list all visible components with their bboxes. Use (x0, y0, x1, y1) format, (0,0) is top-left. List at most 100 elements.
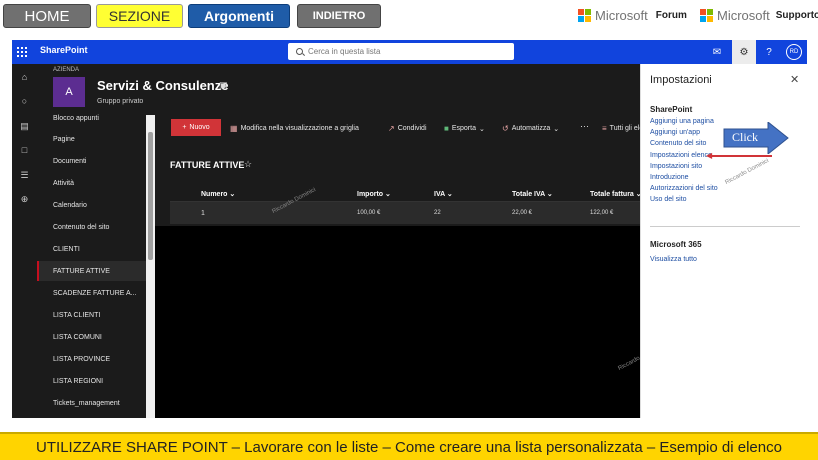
link-aggiungi-pagina[interactable]: Aggiungi una pagina (650, 118, 714, 125)
click-annotation: Click (732, 130, 758, 144)
help-icon[interactable]: ? (758, 40, 780, 64)
share-button[interactable]: ↗ Condividi (388, 124, 427, 133)
column-header-numero[interactable]: Numero ⌄ (201, 190, 235, 198)
forum-label: Forum (655, 10, 687, 21)
cell-totale-fattura: 122,00 € (590, 210, 614, 216)
sharepoint-section-title: SharePoint (650, 105, 693, 114)
m365-section-title: Microsoft 365 (650, 240, 702, 249)
grid-icon: ▦ (230, 124, 238, 133)
app-rail: ⌂ ○ ▤ □ ☰ ⊕ (12, 64, 37, 418)
nav-item-lista-comuni[interactable]: LISTA COMUNI (53, 334, 102, 341)
list-header-row: Numero ⌄ Importo ⌄ IVA ⌄ Totale IVA ⌄ To… (170, 182, 642, 202)
link-introduzione[interactable]: Introduzione (650, 174, 689, 181)
nav-item-calendario[interactable]: Calendario (53, 202, 87, 209)
nav-scrollbar-thumb[interactable] (148, 132, 153, 260)
list-icon[interactable]: ☰ (19, 170, 30, 180)
file-icon[interactable]: □ (19, 145, 30, 155)
teams-icon: ▣ (219, 80, 228, 90)
site-title[interactable]: Servizi & Consulenze (97, 78, 228, 93)
view-icon: ≡ (602, 124, 607, 133)
new-button-label: Nuovo (189, 124, 210, 131)
link-contenuto-sito[interactable]: Contenuto del sito (650, 140, 706, 147)
grid-edit-button[interactable]: ▦ Modifica nella visualizzazione a grigl… (230, 124, 359, 133)
column-header-totale-fattura[interactable]: Totale fattura ⌄ (590, 190, 642, 198)
nav-item-blocco-appunti[interactable]: Blocco appunti (53, 115, 99, 122)
cell-totale-iva: 22,00 € (512, 210, 533, 216)
share-icon: ↗ (388, 124, 395, 133)
suite-header: SharePoint Cerca in questa lista ✉ ⚙ ? R… (12, 40, 807, 64)
app-title[interactable]: SharePoint (40, 45, 88, 55)
search-placeholder: Cerca in questa lista (308, 47, 381, 56)
microsoft-logo-icon (578, 9, 591, 22)
view-label: Tutti gli ele (609, 125, 644, 132)
nav-item-documenti[interactable]: Documenti (53, 158, 86, 165)
link-impostazioni-sito[interactable]: Impostazioni sito (650, 163, 702, 170)
home-button[interactable]: HOME (3, 4, 91, 28)
globe-icon[interactable]: ○ (19, 96, 30, 106)
cell-iva: 22 (434, 210, 441, 216)
link-impostazioni-elenco[interactable]: Impostazioni elenco (650, 152, 712, 159)
automate-label: Automatizza (511, 125, 551, 132)
search-box[interactable]: Cerca in questa lista (288, 43, 514, 60)
automate-button[interactable]: ↺ Automatizza ⌄ (502, 124, 559, 133)
indietro-button[interactable]: INDIETRO (297, 4, 381, 28)
nav-item-lista-regioni[interactable]: LISTA REGIONI (53, 378, 103, 385)
left-navigation: Blocco appunti Pagine Documenti Attività… (37, 115, 155, 418)
app-launcher-icon[interactable] (17, 47, 27, 57)
excel-icon: ■ (444, 124, 449, 133)
column-header-iva[interactable]: IVA ⌄ (434, 190, 453, 198)
settings-panel: Impostazioni ✕ SharePoint Aggiungi una p… (640, 64, 807, 418)
avatar[interactable]: RD (786, 44, 802, 60)
nav-item-scadenze-fatture[interactable]: SCADENZE FATTURE A... (53, 290, 137, 297)
nav-item-contenuto-sito[interactable]: Contenuto del sito (53, 224, 109, 231)
nav-item-fatture-attive[interactable]: FATTURE ATTIVE (53, 268, 110, 275)
home-icon[interactable]: ⌂ (19, 72, 30, 82)
add-icon[interactable]: ⊕ (19, 194, 30, 204)
column-header-importo[interactable]: Importo ⌄ (357, 190, 391, 198)
link-aggiungi-app[interactable]: Aggiungi un'app (650, 129, 700, 136)
more-button[interactable]: ··· (580, 121, 589, 131)
argomenti-button[interactable]: Argomenti (188, 4, 290, 28)
site-subtitle: Gruppo privato (97, 98, 144, 105)
top-navigation: HOME SEZIONE Argomenti INDIETRO Microsof… (0, 0, 818, 34)
list-title: FATTURE ATTIVE (170, 160, 245, 170)
search-icon (296, 48, 303, 55)
cell-importo: 100,00 € (357, 210, 381, 216)
microsoft-support-link[interactable]: Microsoft Supporto (700, 8, 818, 23)
news-icon[interactable]: ▤ (19, 121, 30, 131)
site-logo[interactable]: A (53, 77, 85, 107)
link-autorizzazioni-sito[interactable]: Autorizzazioni del sito (650, 185, 718, 192)
export-label: Esporta (451, 125, 476, 132)
watermark: Riccardo Dominici (724, 157, 770, 187)
nav-item-attivita[interactable]: Attività (53, 180, 74, 187)
grid-edit-label: Modifica nella visualizzazione a griglia (240, 125, 359, 132)
sezione-button[interactable]: SEZIONE (96, 4, 183, 28)
export-button[interactable]: ■ Esporta ⌄ (444, 124, 485, 133)
nav-item-pagine[interactable]: Pagine (53, 136, 75, 143)
nav-item-lista-province[interactable]: LISTA PROVINCE (53, 356, 110, 363)
nav-item-clienti[interactable]: CLIENTI (53, 246, 80, 253)
link-visualizza-tutto[interactable]: Visualizza tutto (650, 256, 697, 263)
empty-list-area (155, 226, 640, 418)
close-icon[interactable]: ✕ (790, 73, 799, 86)
column-header-totale-iva[interactable]: Totale IVA ⌄ (512, 190, 553, 198)
panel-divider (650, 226, 800, 227)
chevron-down-icon: ⌄ (553, 125, 560, 133)
nav-item-tickets[interactable]: Tickets_management (53, 400, 120, 407)
arrow-left-icon: ◀ (706, 151, 713, 160)
table-row[interactable]: 1 100,00 € 22 22,00 € 122,00 € (170, 202, 640, 224)
microsoft-logo-icon (700, 9, 713, 22)
new-button[interactable]: + Nuovo (171, 119, 221, 136)
microsoft-wordmark: Microsoft (717, 8, 770, 23)
chevron-down-icon: ⌄ (478, 125, 485, 133)
megaphone-icon[interactable]: ✉ (706, 40, 728, 64)
link-uso-sito[interactable]: Uso del sito (650, 196, 687, 203)
command-bar: + Nuovo ▦ Modifica nella visualizzazione… (155, 116, 645, 140)
cell-numero[interactable]: 1 (201, 210, 205, 217)
microsoft-forum-link[interactable]: Microsoft Forum (578, 8, 687, 23)
star-icon[interactable]: ☆ (244, 159, 252, 170)
nav-item-lista-clienti[interactable]: LISTA CLIENTI (53, 312, 100, 319)
microsoft-wordmark: Microsoft (595, 8, 648, 23)
gear-icon[interactable]: ⚙ (732, 40, 756, 64)
view-selector[interactable]: ≡ Tutti gli ele (602, 124, 643, 133)
